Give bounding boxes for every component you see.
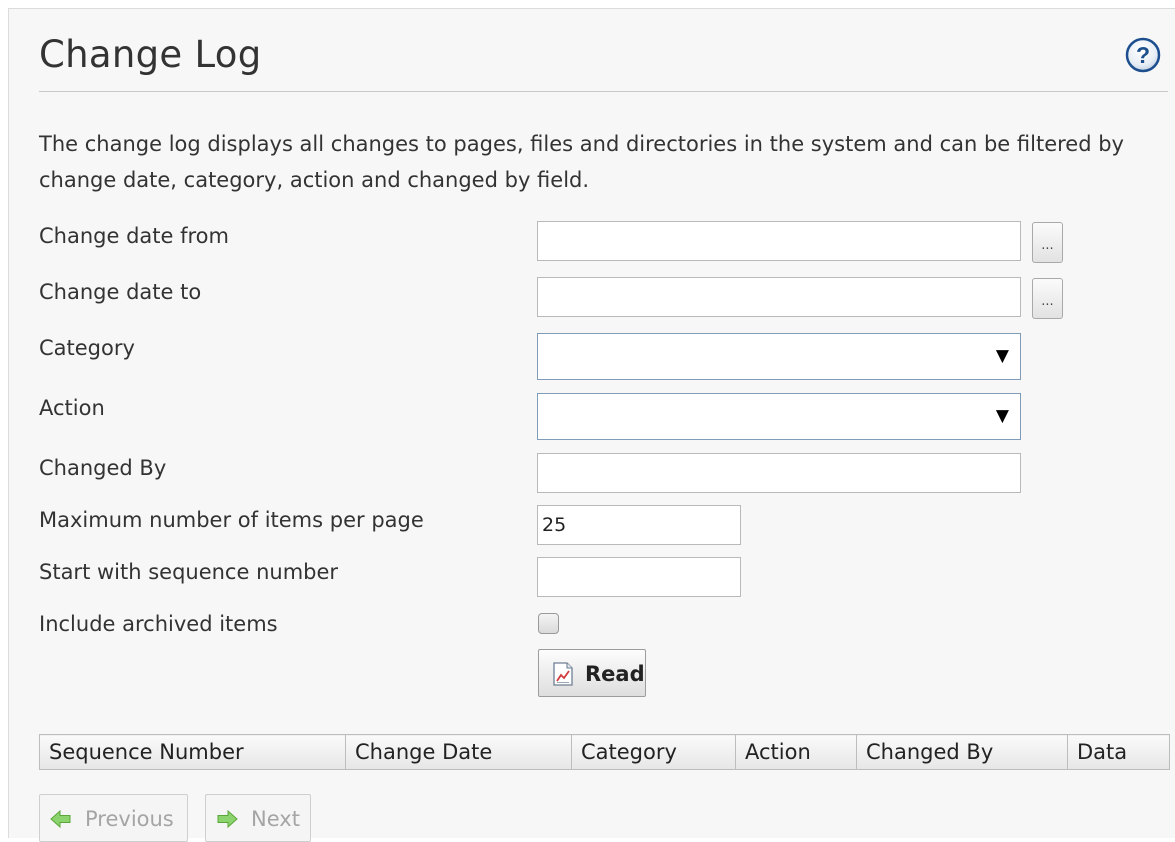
include-archived-checkbox[interactable] — [538, 613, 559, 634]
change-date-from-label: Change date from — [39, 224, 229, 248]
category-label: Category — [39, 336, 135, 360]
start-sequence-label: Start with sequence number — [39, 560, 339, 584]
arrow-right-icon — [217, 809, 238, 829]
change-date-to-picker-button[interactable]: ... — [1032, 278, 1063, 319]
change-log-table: Sequence Number Change Date Category Act… — [39, 734, 1170, 770]
column-header-data[interactable]: Data — [1067, 734, 1170, 770]
arrow-left-icon — [50, 809, 71, 829]
action-label: Action — [39, 396, 105, 420]
read-button-label: Read — [585, 662, 645, 686]
title-divider — [39, 91, 1168, 92]
dropdown-arrow-icon: ▼ — [995, 346, 1009, 366]
action-select[interactable]: ▼ — [537, 393, 1021, 440]
changed-by-input[interactable] — [537, 453, 1021, 493]
max-items-input[interactable] — [537, 505, 741, 545]
previous-button-label: Previous — [85, 807, 174, 831]
help-icon[interactable]: ? — [1125, 37, 1161, 73]
max-items-label: Maximum number of items per page — [39, 508, 424, 532]
previous-button[interactable]: Previous — [39, 794, 188, 842]
table-header-row: Sequence Number Change Date Category Act… — [39, 734, 1170, 770]
next-button-label: Next — [251, 807, 300, 831]
dropdown-arrow-icon: ▼ — [995, 406, 1009, 426]
read-button[interactable]: Read — [538, 649, 646, 697]
change-date-from-input[interactable] — [537, 221, 1021, 261]
category-select[interactable]: ▼ — [537, 333, 1021, 380]
change-date-from-picker-button[interactable]: ... — [1032, 222, 1063, 263]
include-archived-label: Include archived items — [39, 612, 278, 636]
page-title: Change Log — [39, 33, 262, 76]
change-date-to-input[interactable] — [537, 277, 1021, 317]
column-header-category[interactable]: Category — [571, 734, 736, 770]
page-description: The change log displays all changes to p… — [39, 132, 1124, 192]
change-date-to-label: Change date to — [39, 280, 202, 304]
start-sequence-input[interactable] — [537, 557, 741, 597]
changed-by-label: Changed By — [39, 456, 167, 480]
svg-text:?: ? — [1136, 42, 1150, 68]
change-log-panel: Change Log ? The change log displays all… — [8, 8, 1175, 842]
column-header-sequence-number[interactable]: Sequence Number — [39, 734, 346, 770]
column-header-change-date[interactable]: Change Date — [345, 734, 572, 770]
next-button[interactable]: Next — [205, 794, 311, 842]
report-chart-icon — [553, 662, 573, 686]
column-header-changed-by[interactable]: Changed By — [856, 734, 1068, 770]
column-header-action[interactable]: Action — [735, 734, 857, 770]
